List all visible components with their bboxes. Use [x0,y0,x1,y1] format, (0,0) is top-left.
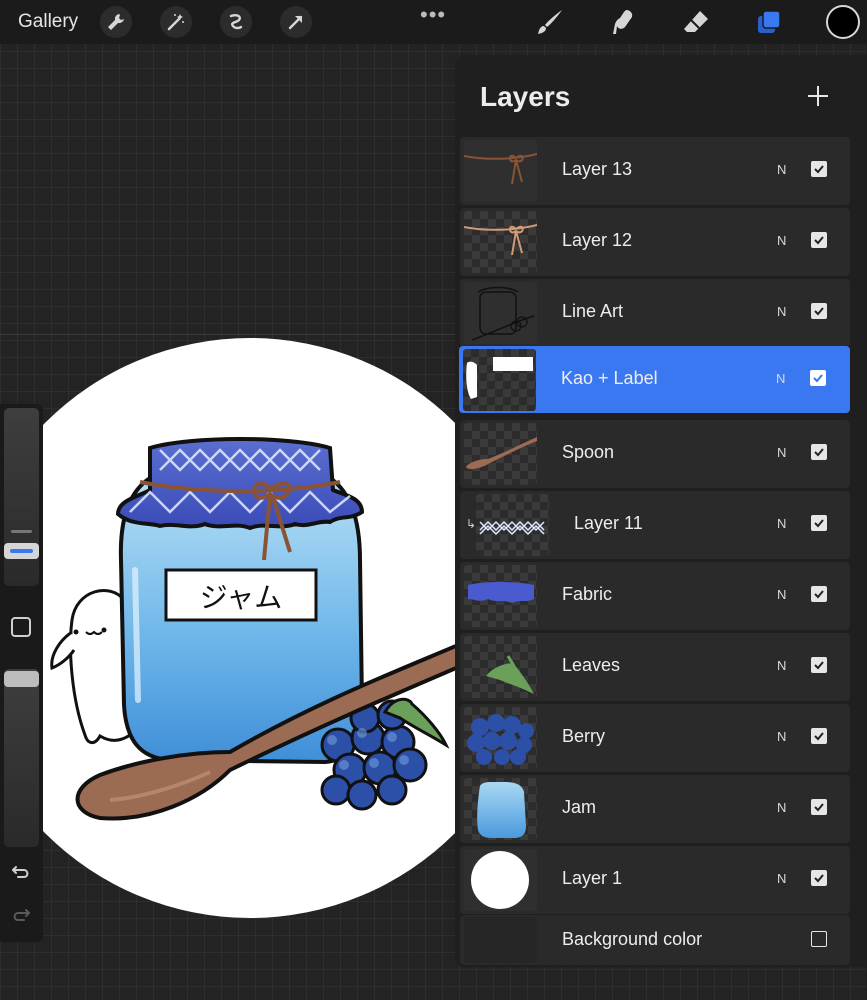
layer-thumbnail [464,282,537,344]
layer-thumbnail [464,636,537,698]
layer-name: Background color [562,929,703,949]
layer-row-layer-11[interactable]: ↳ Layer 11 N [460,491,850,559]
selection-icon[interactable] [220,6,252,38]
brush-size-slider[interactable] [4,408,39,586]
visibility-checkbox[interactable] [811,657,827,673]
visibility-checkbox[interactable] [811,586,827,602]
layer-thumbnail [476,494,549,556]
opacity-knob[interactable] [4,671,39,687]
layer-name: Fabric [562,584,613,604]
panel-title: Layers [480,81,571,112]
transform-icon[interactable] [280,6,312,38]
blend-mode-button[interactable]: N [777,658,786,673]
layer-name: Layer 12 [562,230,633,250]
left-sidebar [0,404,43,942]
brush-size-knob[interactable] [4,542,39,559]
layer-row-spoon[interactable]: Spoon N [460,420,850,488]
visibility-checkbox[interactable] [811,515,827,531]
visibility-checkbox[interactable] [811,799,827,815]
blend-mode-button[interactable]: N [777,871,786,886]
layer-name: Berry [562,726,606,746]
layer-name: Line Art [562,301,624,321]
layer-row-jam[interactable]: Jam N [460,775,850,843]
layer-thumbnail [464,211,537,273]
layer-thumbnail [463,349,536,411]
background-color-thumbnail [464,917,537,963]
plus-icon[interactable] [805,83,831,109]
layer-row-kao-label[interactable]: Kao + Label N [459,346,850,413]
blend-mode-button[interactable]: N [777,162,786,177]
layer-row-background-color[interactable]: Background color [460,915,850,965]
layer-row-layer-1[interactable]: Layer 1 N [460,846,850,914]
visibility-checkbox[interactable] [811,303,827,319]
blend-mode-button[interactable]: N [777,445,786,460]
smudge-icon[interactable] [606,5,640,39]
layer-thumbnail [464,423,537,485]
blend-mode-button[interactable]: N [777,800,786,815]
layer-thumbnail [464,565,537,627]
layer-name: Kao + Label [561,368,658,388]
undo-icon[interactable] [8,859,34,885]
layer-row-berry[interactable]: Berry N [460,704,850,772]
blend-mode-button[interactable]: N [777,304,786,319]
visibility-checkbox[interactable] [811,728,827,744]
current-color-swatch[interactable] [826,5,860,39]
brush-icon[interactable] [533,5,567,39]
layer-thumbnail [464,849,537,911]
artwork-canvas[interactable]: ジャム [0,336,460,920]
top-toolbar: Gallery ••• [0,0,867,44]
clipping-mask-arrow-icon: ↳ [466,517,477,531]
layer-thumbnail [464,707,537,769]
jar-label-text: ジャム [200,581,283,614]
layer-name: Layer 11 [574,513,643,533]
opacity-slider[interactable] [4,669,39,847]
blend-mode-button[interactable]: N [776,371,785,386]
visibility-checkbox[interactable] [811,444,827,460]
layer-row-layer-12[interactable]: Layer 12 N [460,208,850,276]
layer-row-leaves[interactable]: Leaves N [460,633,850,701]
visibility-checkbox[interactable] [811,931,827,947]
blend-mode-button[interactable]: N [777,233,786,248]
layers-panel: Layers Layer 13 N Layer 12 N Line Art N … [455,55,867,967]
eraser-icon[interactable] [679,5,713,39]
gallery-button[interactable]: Gallery [18,11,78,33]
layer-name: Jam [562,797,597,817]
blend-mode-button[interactable]: N [777,587,786,602]
layer-row-fabric[interactable]: Fabric N [460,562,850,630]
visibility-checkbox[interactable] [811,232,827,248]
layer-row-layer-13[interactable]: Layer 13 N [460,137,850,205]
wrench-icon[interactable] [100,6,132,38]
square-icon[interactable] [11,617,31,637]
blend-mode-button[interactable]: N [777,729,786,744]
blend-mode-button[interactable]: N [777,516,786,531]
slider-tick [11,530,32,533]
layer-name: Spoon [562,442,615,462]
visibility-checkbox[interactable] [811,870,827,886]
magic-wand-icon[interactable] [160,6,192,38]
visibility-checkbox[interactable] [811,161,827,177]
ellipsis-icon[interactable]: ••• [420,2,446,28]
layer-thumbnail [464,778,537,840]
layer-name: Layer 13 [562,159,633,179]
layer-name: Layer 1 [562,868,623,888]
visibility-checkbox[interactable] [810,370,826,386]
redo-icon[interactable] [8,902,34,928]
layer-thumbnail [464,140,537,202]
layer-name: Leaves [562,655,621,675]
layer-row-line-art[interactable]: Line Art N [460,279,850,347]
layers-icon[interactable] [752,5,786,39]
